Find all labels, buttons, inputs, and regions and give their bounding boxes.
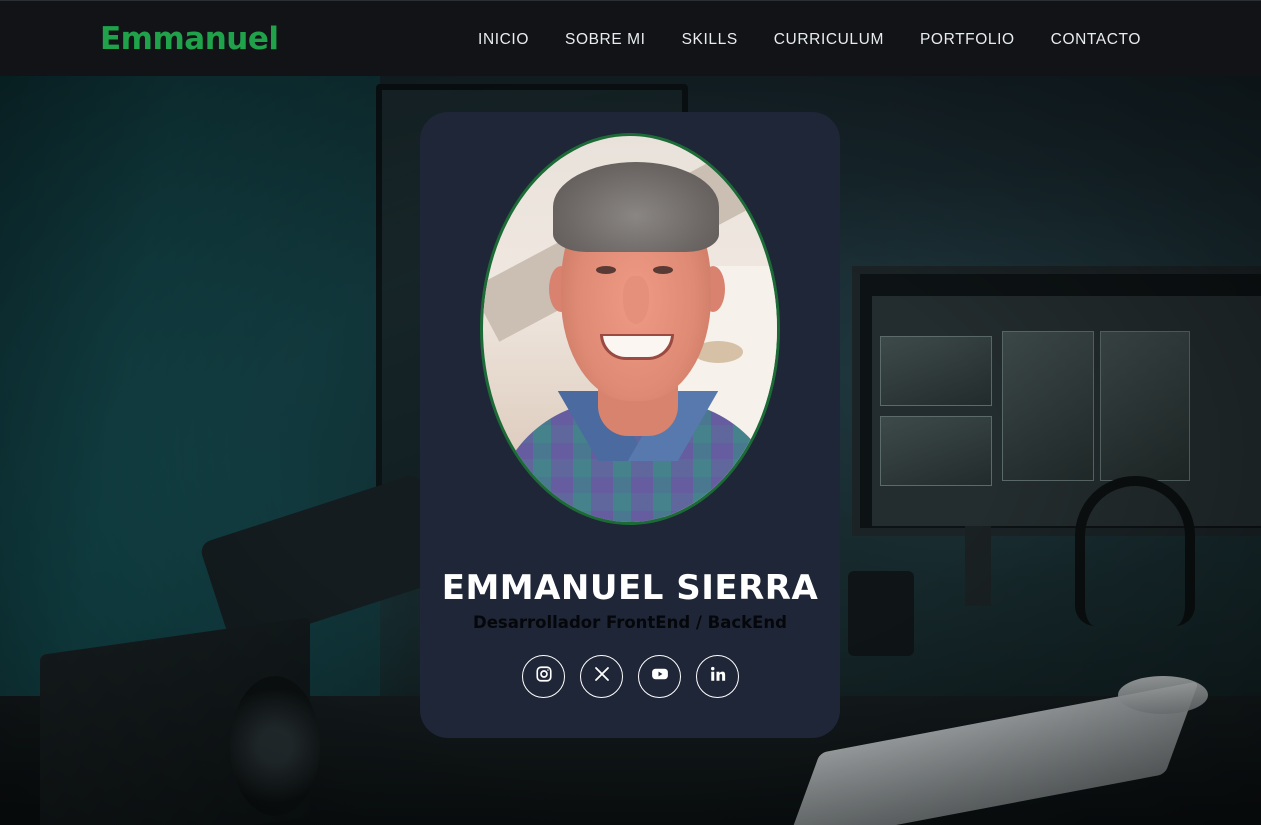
nav-link-inicio[interactable]: INICIO (478, 31, 529, 49)
main-nav: INICIO SOBRE MI SKILLS CURRICULUM PORTFO… (442, 31, 1141, 49)
profile-card: EMMANUEL SIERRA Desarrollador FrontEnd /… (420, 112, 840, 738)
instagram-link[interactable] (522, 655, 565, 698)
profile-name: EMMANUEL SIERRA (441, 568, 819, 608)
nav-link-contacto[interactable]: CONTACTO (1051, 31, 1141, 49)
youtube-link[interactable] (638, 655, 681, 698)
site-header: Emmanuel INICIO SOBRE MI SKILLS CURRICUL… (0, 0, 1261, 76)
profile-role: Desarrollador FrontEnd / BackEnd (473, 613, 787, 632)
photo-eye (653, 266, 673, 274)
photo-eye (596, 266, 616, 274)
profile-photo (480, 133, 780, 525)
nav-link-sobre-mi[interactable]: SOBRE MI (565, 31, 646, 49)
nav-link-portfolio[interactable]: PORTFOLIO (920, 31, 1015, 49)
social-links (522, 655, 754, 698)
instagram-icon (535, 665, 553, 688)
photo-nose (623, 276, 649, 324)
nav-link-skills[interactable]: SKILLS (682, 31, 738, 49)
linkedin-link[interactable] (696, 655, 739, 698)
nav-link-curriculum[interactable]: CURRICULUM (774, 31, 884, 49)
brand-logo[interactable]: Emmanuel (100, 21, 279, 57)
photo-hair (553, 162, 719, 252)
x-twitter-link[interactable] (580, 655, 623, 698)
x-twitter-icon (593, 665, 611, 688)
youtube-icon (651, 665, 669, 688)
linkedin-icon (709, 665, 727, 688)
